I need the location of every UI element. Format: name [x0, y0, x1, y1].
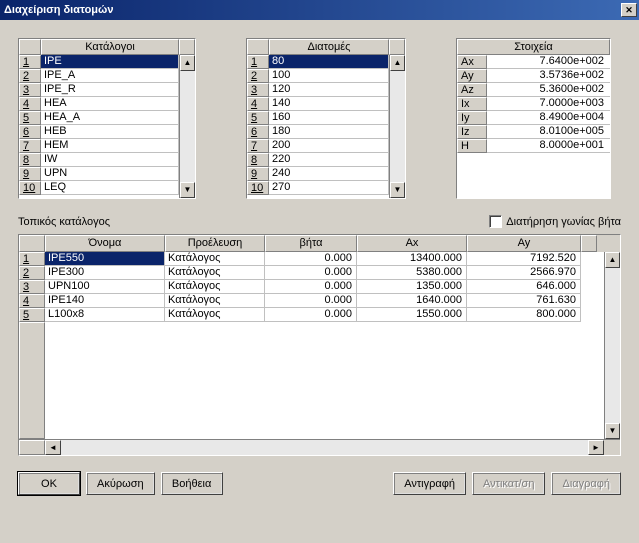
- scroll-left-icon[interactable]: ◄: [45, 440, 61, 455]
- grid-vscrollbar[interactable]: ▲ ▼: [604, 252, 620, 439]
- close-button[interactable]: ✕: [621, 3, 637, 17]
- properties-panel: Στοιχεία Ax7.6400e+002Ay3.5736e+002Az5.3…: [456, 38, 611, 199]
- titlebar: Διαχείριση διατομών ✕: [0, 0, 639, 20]
- window-title: Διαχείριση διατομών: [4, 4, 113, 16]
- property-row: Ix7.0000e+003: [457, 97, 610, 111]
- list-item[interactable]: 8IW: [19, 153, 179, 167]
- list-item[interactable]: 3120: [247, 83, 389, 97]
- list-item[interactable]: 10LEQ: [19, 181, 179, 195]
- list-item[interactable]: 6HEB: [19, 125, 179, 139]
- ok-button[interactable]: OK: [18, 472, 80, 495]
- sections-list[interactable]: 1802100312041405160618072008220924010270: [247, 55, 389, 198]
- catalogs-list[interactable]: 1IPE2IPE_A3IPE_R4HEA5HEA_A6HEB7HEM8IW9UP…: [19, 55, 179, 198]
- grid-header-beta[interactable]: βήτα: [265, 235, 357, 252]
- table-row[interactable]: 4IPE140Κατάλογος0.0001640.000761.630: [19, 294, 604, 308]
- scroll-down-icon[interactable]: ▼: [390, 182, 405, 198]
- property-row: Ay3.5736e+002: [457, 69, 610, 83]
- copy-button[interactable]: Αντιγραφή: [393, 472, 466, 495]
- property-row: Ax7.6400e+002: [457, 55, 610, 69]
- list-item[interactable]: 2IPE_A: [19, 69, 179, 83]
- sections-panel: Διατομές 1802100312041405160618072008220…: [246, 38, 406, 199]
- list-item[interactable]: 10270: [247, 181, 389, 195]
- list-item[interactable]: 5160: [247, 111, 389, 125]
- grid-hscrollbar[interactable]: ◄ ►: [19, 439, 620, 455]
- help-button[interactable]: Βοήθεια: [161, 472, 223, 495]
- catalogs-panel: Κατάλογοι 1IPE2IPE_A3IPE_R4HEA5HEA_A6HEB…: [18, 38, 196, 199]
- list-item[interactable]: 9240: [247, 167, 389, 181]
- list-item[interactable]: 4HEA: [19, 97, 179, 111]
- local-catalog-grid: Όνομα Προέλευση βήτα Ax Ay 1IPE550Κατάλο…: [18, 234, 621, 456]
- list-item[interactable]: 180: [247, 55, 389, 69]
- catalogs-scrollbar[interactable]: ▲ ▼: [179, 55, 195, 198]
- list-item[interactable]: 5HEA_A: [19, 111, 179, 125]
- delete-button[interactable]: Διαγραφή: [551, 472, 621, 495]
- grid-header-ax[interactable]: Ax: [357, 235, 467, 252]
- scroll-down-icon[interactable]: ▼: [605, 423, 620, 439]
- grid-header-name[interactable]: Όνομα: [45, 235, 165, 252]
- property-row: Az5.3600e+002: [457, 83, 610, 97]
- replace-button[interactable]: Αντικατ/ση: [472, 472, 545, 495]
- properties-header: Στοιχεία: [457, 39, 610, 55]
- scroll-right-icon[interactable]: ►: [588, 440, 604, 455]
- list-item[interactable]: 3IPE_R: [19, 83, 179, 97]
- list-item[interactable]: 9UPN: [19, 167, 179, 181]
- list-item[interactable]: 7200: [247, 139, 389, 153]
- table-row[interactable]: 1IPE550Κατάλογος0.00013400.0007192.520: [19, 252, 604, 266]
- list-item[interactable]: 7HEM: [19, 139, 179, 153]
- table-row[interactable]: 2IPE300Κατάλογος0.0005380.0002566.970: [19, 266, 604, 280]
- local-catalog-label: Τοπικός κατάλογος: [18, 216, 110, 228]
- property-row: H8.0000e+001: [457, 139, 610, 153]
- sections-scrollbar[interactable]: ▲ ▼: [389, 55, 405, 198]
- grid-header-origin[interactable]: Προέλευση: [165, 235, 265, 252]
- grid-header-ay[interactable]: Ay: [467, 235, 581, 252]
- grid-rows[interactable]: 1IPE550Κατάλογος0.00013400.0007192.5202I…: [19, 252, 604, 439]
- list-item[interactable]: 2100: [247, 69, 389, 83]
- property-row: Iy8.4900e+004: [457, 111, 610, 125]
- scroll-down-icon[interactable]: ▼: [180, 182, 195, 198]
- list-item[interactable]: 8220: [247, 153, 389, 167]
- list-item[interactable]: 1IPE: [19, 55, 179, 69]
- cancel-button[interactable]: Ακύρωση: [86, 472, 155, 495]
- list-item[interactable]: 6180: [247, 125, 389, 139]
- scroll-up-icon[interactable]: ▲: [180, 55, 195, 71]
- table-row[interactable]: 3UPN100Κατάλογος0.0001350.000646.000: [19, 280, 604, 294]
- scroll-up-icon[interactable]: ▲: [390, 55, 405, 71]
- scroll-up-icon[interactable]: ▲: [605, 252, 620, 268]
- table-row[interactable]: 5L100x8Κατάλογος0.0001550.000800.000: [19, 308, 604, 322]
- list-item[interactable]: 4140: [247, 97, 389, 111]
- property-row: Iz8.0100e+005: [457, 125, 610, 139]
- retain-beta-label: Διατήρηση γωνίας βήτα: [506, 216, 621, 228]
- sections-header: Διατομές: [269, 39, 389, 55]
- retain-beta-checkbox[interactable]: Διατήρηση γωνίας βήτα: [489, 215, 621, 228]
- catalogs-header: Κατάλογοι: [41, 39, 179, 55]
